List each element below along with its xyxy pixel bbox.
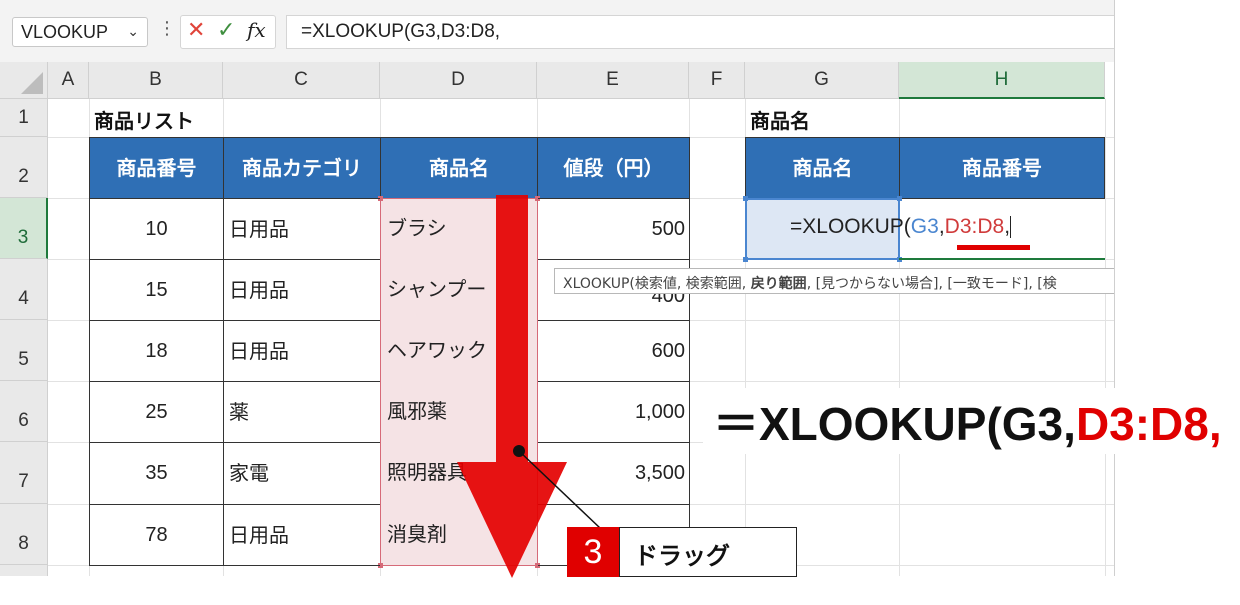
step-label: ドラッグ xyxy=(619,527,797,577)
step-number-badge: 3 xyxy=(567,527,619,577)
drag-arrow-icon xyxy=(457,195,601,578)
formula-annotation-prefix: ＝XLOOKUP(G3, xyxy=(713,398,1076,450)
formula-annotation: ＝XLOOKUP(G3,D3:D8, xyxy=(703,388,1232,454)
formula-annotation-highlight: D3:D8, xyxy=(1075,398,1222,450)
